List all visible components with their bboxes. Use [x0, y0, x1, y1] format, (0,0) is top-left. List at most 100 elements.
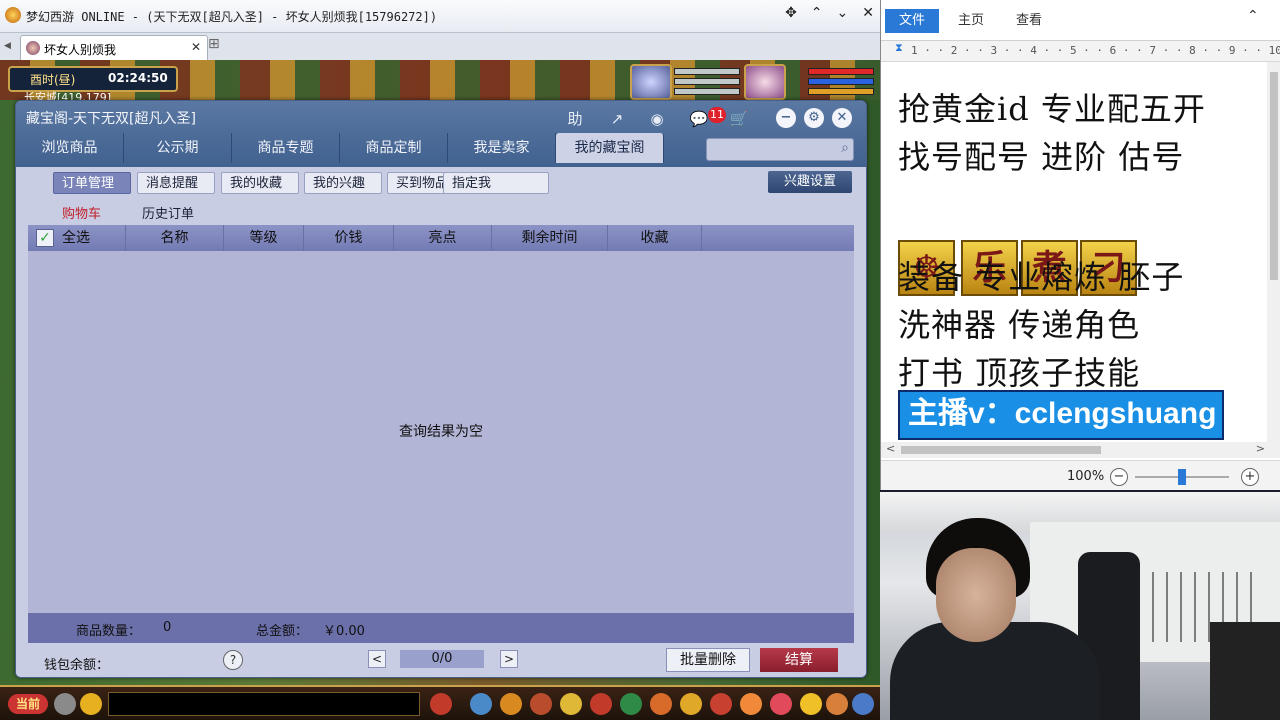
horizontal-scroll-thumb[interactable] — [901, 446, 1101, 454]
tab-custom-goods[interactable]: 商品定制 — [340, 133, 448, 163]
tab-character[interactable]: 坏女人别烦我 ✕ — [20, 35, 208, 61]
settings-button[interactable]: ⚙ — [804, 108, 824, 128]
subtab-my-interests[interactable]: 我的兴趣 — [304, 172, 382, 194]
checkout-button[interactable]: 结算 — [760, 648, 838, 672]
scroll-right-icon[interactable]: > — [1256, 442, 1265, 455]
search-input[interactable]: ⌕ — [706, 138, 854, 161]
col-highlight[interactable]: 亮点 — [394, 225, 492, 251]
zoom-in-button[interactable]: + — [1241, 468, 1259, 486]
ribbon: 文件 主页 查看 ⌃ — [881, 0, 1280, 41]
vertical-scrollbar[interactable] — [1267, 62, 1280, 442]
subtab-assigned-to-me[interactable]: 指定我 — [443, 172, 549, 194]
system-menu-icon[interactable] — [852, 693, 874, 715]
item-slot-icon[interactable] — [500, 693, 522, 715]
chip-shopping-cart[interactable]: 购物车 — [62, 203, 101, 222]
col-level[interactable]: 等级 — [224, 225, 304, 251]
dialog-title: 藏宝阁-天下无双[超凡入圣] — [26, 111, 196, 127]
main-tabs: 浏览商品 公示期 商品专题 商品定制 我是卖家 我的藏宝阁 — [16, 133, 664, 163]
document-window: 文件 主页 查看 ⌃ ⧗ 1 · · 2 · · 3 · · 4 · · 5 ·… — [880, 0, 1280, 490]
item-slot-icon[interactable] — [740, 693, 762, 715]
ruler-ticks: 1 · · 2 · · 3 · · 4 · · 5 · · 6 · · 7 · … — [911, 44, 1280, 57]
search-icon[interactable]: ⌕ — [841, 140, 849, 156]
col-select-all: 全选 — [58, 225, 126, 251]
close-button[interactable]: ✕ — [832, 108, 852, 128]
message-count-badge: 11 — [708, 107, 726, 123]
item-slot-icon[interactable] — [710, 693, 732, 715]
item-slot-icon[interactable] — [826, 693, 848, 715]
chip-order-history[interactable]: 历史订单 — [142, 203, 194, 222]
total-amount-label: 总金额： — [256, 624, 309, 639]
ribbon-tab-file[interactable]: 文件 — [885, 9, 940, 33]
zoom-out-button[interactable]: − — [1110, 468, 1128, 486]
tab-my-pavilion[interactable]: 我的藏宝阁 — [556, 133, 664, 163]
ribbon-collapse-icon[interactable]: ⌃ — [1247, 8, 1259, 24]
col-remaining-time[interactable]: 剩余时间 — [492, 225, 608, 251]
document-page[interactable]: 抢黄金id 专业配五开 找号配号 进阶 估号 ☸ 乐 煮 刁 装备 专业熔炼 胚… — [881, 62, 1267, 442]
dialog-body: 订单管理 消息提醒 我的收藏 我的兴趣 买到物品 指定我 兴趣设置 购物车 历史… — [16, 167, 866, 677]
pin-icon[interactable]: ✥ — [785, 5, 797, 21]
next-page-button[interactable]: > — [500, 650, 518, 668]
channel-current-button[interactable]: 当前 — [8, 694, 48, 714]
item-slot-icon[interactable] — [590, 693, 612, 715]
item-slot-icon[interactable] — [680, 693, 702, 715]
summary-bar: 商品数量： 0 总金额： ￥0.00 — [28, 613, 854, 643]
tab-public-period[interactable]: 公示期 — [124, 133, 232, 163]
select-all-checkbox[interactable]: ✓ — [36, 229, 54, 247]
ruler: ⧗ 1 · · 2 · · 3 · · 4 · · 5 · · 6 · · 7 … — [881, 41, 1280, 62]
help-icon[interactable]: ? — [223, 650, 243, 670]
webcam-monitor — [1210, 622, 1280, 720]
record-icon[interactable]: ◉ — [646, 108, 668, 130]
message-icon[interactable]: 💬 — [688, 108, 710, 130]
pet-avatar[interactable] — [630, 64, 672, 100]
player-avatar[interactable] — [744, 64, 786, 100]
tab-browse-goods[interactable]: 浏览商品 — [16, 133, 124, 163]
character-avatar-icon — [26, 41, 40, 55]
item-slot-icon[interactable] — [470, 693, 492, 715]
col-price[interactable]: 价钱 — [304, 225, 394, 251]
wallet-balance-label: 钱包余额： — [44, 658, 110, 673]
help-button[interactable]: 助 — [564, 108, 586, 130]
ruler-marker-icon[interactable]: ⧗ — [895, 41, 903, 55]
streamer-contact-box: 主播v：cclengshuang — [898, 390, 1224, 440]
minimize-button[interactable]: − — [776, 108, 796, 128]
subtab-my-favorites[interactable]: 我的收藏 — [221, 172, 299, 194]
tab-list-icon[interactable]: ◀ — [4, 41, 11, 51]
col-favorites[interactable]: 收藏 — [608, 225, 702, 251]
collapse-icon[interactable]: ⌃ — [811, 5, 823, 21]
tab-goods-topics[interactable]: 商品专题 — [232, 133, 340, 163]
item-slot-icon[interactable] — [770, 693, 792, 715]
item-slot-icon[interactable] — [530, 693, 552, 715]
horizontal-scrollbar[interactable]: < > — [881, 442, 1280, 458]
scroll-left-icon[interactable]: < — [886, 442, 895, 455]
cart-icon[interactable]: 🛒 — [728, 108, 750, 130]
interest-settings-button[interactable]: 兴趣设置 — [768, 171, 852, 193]
item-slot-icon[interactable] — [560, 693, 582, 715]
new-tab-icon[interactable]: ⊞ — [208, 36, 220, 52]
zoom-slider-thumb[interactable] — [1178, 469, 1186, 485]
close-icon[interactable]: ✕ — [862, 5, 874, 21]
minimize-icon[interactable]: ⌄ — [837, 5, 849, 21]
share-icon[interactable]: ↗ — [606, 108, 628, 130]
emote-icon[interactable] — [80, 693, 102, 715]
ribbon-tab-home[interactable]: 主页 — [958, 9, 984, 33]
total-amount-value: ￥0.00 — [323, 624, 365, 639]
batch-delete-button[interactable]: 批量删除 — [666, 648, 750, 672]
clock-period: 酉时(昼) — [30, 73, 76, 87]
ribbon-tab-view[interactable]: 查看 — [1016, 9, 1042, 33]
item-slot-icon[interactable] — [430, 693, 452, 715]
player-hp-bar — [808, 68, 874, 75]
tab-i-am-seller[interactable]: 我是卖家 — [448, 133, 556, 163]
item-slot-icon[interactable] — [650, 693, 672, 715]
voice-icon[interactable] — [54, 693, 76, 715]
doc-line: 找号配号 进阶 估号 — [898, 138, 1185, 176]
col-name[interactable]: 名称 — [126, 225, 224, 251]
tab-close-icon[interactable]: ✕ — [191, 40, 201, 54]
item-slot-icon[interactable] — [800, 693, 822, 715]
item-slot-icon[interactable] — [620, 693, 642, 715]
subtab-message-alerts[interactable]: 消息提醒 — [137, 172, 215, 194]
prev-page-button[interactable]: < — [368, 650, 386, 668]
zoom-slider[interactable] — [1135, 469, 1229, 485]
chat-input[interactable] — [108, 692, 420, 716]
vertical-scroll-thumb[interactable] — [1270, 72, 1278, 280]
subtab-order-management[interactable]: 订单管理 — [53, 172, 131, 194]
